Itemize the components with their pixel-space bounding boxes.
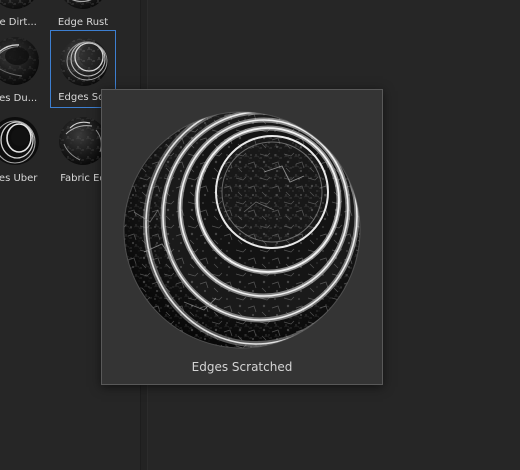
preview-caption: Edges Scratched: [191, 360, 293, 374]
edge-rust-thumbnail-icon: [64, 0, 102, 9]
edges-dust-thumbnail-icon: [0, 37, 39, 85]
material-tile-label: ges Du...: [0, 93, 38, 104]
material-tile-edges-uber[interactable]: ges Uber: [0, 110, 48, 188]
edges-dirt-thumbnail-icon: [0, 0, 34, 9]
material-tile-edge-rust[interactable]: Edge Rust: [50, 0, 116, 32]
material-tile-edges-dirt[interactable]: ge Dirt...: [0, 0, 48, 32]
edges-scratched-thumbnail-icon: [60, 38, 108, 86]
material-preview-popup: Edges Scratched: [101, 89, 383, 385]
material-tile-edges-dust[interactable]: ges Du...: [0, 30, 48, 108]
material-tile-label: ges Uber: [0, 173, 38, 184]
edges-scratched-sphere-preview-icon: [123, 111, 361, 349]
edges-uber-thumbnail-icon: [0, 117, 39, 165]
material-browser-window: ge Dirt... Edge Rust ges Du...: [0, 0, 520, 470]
